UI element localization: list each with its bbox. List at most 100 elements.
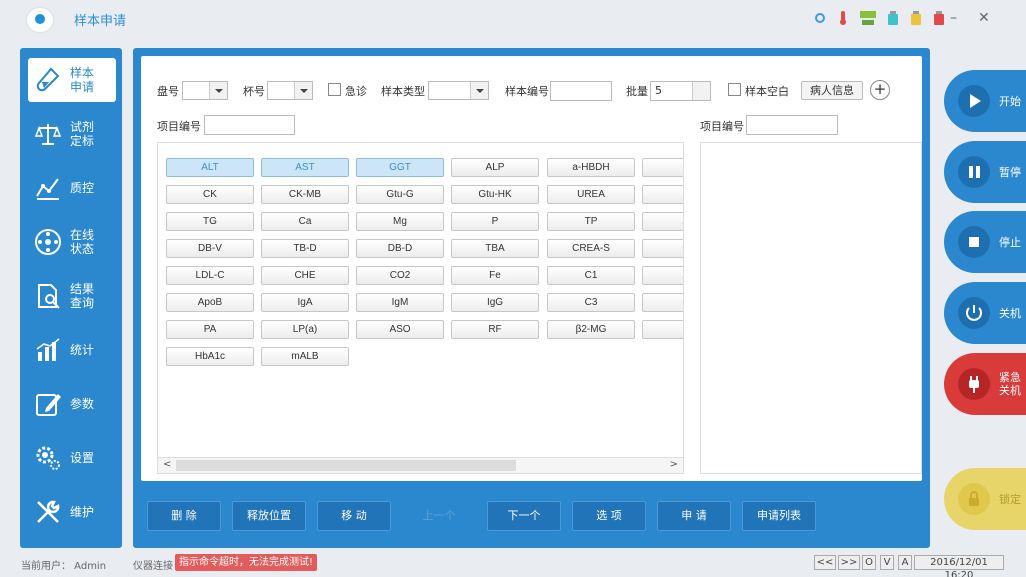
test-item-button[interactable]: mALB <box>261 347 349 366</box>
sample-no-input[interactable] <box>550 81 612 101</box>
test-item-button[interactable]: ALT <box>166 158 254 177</box>
request-list-button[interactable]: 申请列表 <box>742 501 816 531</box>
test-item-button[interactable]: DB-V <box>166 239 254 258</box>
options-button[interactable]: 选 项 <box>572 501 646 531</box>
test-item-button[interactable]: A <box>642 266 683 285</box>
sample-type-select[interactable] <box>428 81 489 100</box>
o-button[interactable]: O <box>862 555 876 570</box>
balance-icon <box>34 124 62 145</box>
test-item-button[interactable]: CK <box>166 185 254 204</box>
test-item-button[interactable]: C1 <box>547 266 635 285</box>
test-item-button[interactable]: GGT <box>356 158 444 177</box>
test-item-button[interactable]: IgA <box>261 293 349 312</box>
sidebar-item-maintenance[interactable]: 维护 <box>28 490 116 534</box>
test-item-button[interactable]: U <box>642 185 683 204</box>
waste-bottle-icon <box>911 11 921 25</box>
sidebar-item-quality-control[interactable]: 质控 <box>28 166 116 210</box>
pause-icon <box>958 156 990 188</box>
sidebar-item-settings[interactable]: 设置 <box>28 436 116 480</box>
emergency-shutdown-button[interactable]: 紧急 关机 <box>944 353 1026 415</box>
test-item-button[interactable]: DB-D <box>356 239 444 258</box>
apply-button[interactable]: 申 请 <box>657 501 731 531</box>
nav-prev-button[interactable]: << <box>814 555 836 570</box>
pause-button[interactable]: 暂停 <box>944 141 1026 203</box>
test-item-button[interactable]: AST <box>261 158 349 177</box>
test-item-button[interactable]: Gtu-G <box>356 185 444 204</box>
lock-button[interactable]: 锁定 <box>944 468 1026 530</box>
test-item-button[interactable]: P <box>451 212 539 231</box>
reagent-bottle-icon <box>888 11 898 25</box>
item-no-input[interactable] <box>204 115 295 135</box>
test-item-button[interactable]: A <box>642 212 683 231</box>
test-item-button[interactable]: Mg <box>356 212 444 231</box>
cup-select[interactable] <box>267 81 313 100</box>
next-button[interactable]: 下一个 <box>487 501 561 531</box>
test-item-button[interactable]: Gtu-HK <box>451 185 539 204</box>
patient-info-button[interactable]: 病人信息 <box>801 81 863 100</box>
test-item-button[interactable]: TG <box>166 212 254 231</box>
test-item-button[interactable]: CK-MB <box>261 185 349 204</box>
scroll-right-icon[interactable]: > <box>670 459 678 470</box>
test-item-button[interactable]: TBA <box>451 239 539 258</box>
release-position-button[interactable]: 释放位置 <box>232 501 306 531</box>
stop-label: 停止 <box>999 235 1021 249</box>
test-tube-icon <box>36 67 60 92</box>
test-item-button[interactable]: CHE <box>261 266 349 285</box>
test-item-button[interactable]: TP <box>547 212 635 231</box>
test-item-button[interactable]: L <box>642 158 683 177</box>
test-item-button[interactable]: a-HBDH <box>547 158 635 177</box>
test-item-button[interactable]: TB-D <box>261 239 349 258</box>
start-label: 开始 <box>999 94 1021 108</box>
a-button[interactable]: A <box>898 555 912 570</box>
rotor-icon <box>35 229 61 255</box>
tray-select[interactable] <box>182 81 228 100</box>
test-item-button[interactable]: C <box>642 293 683 312</box>
test-item-button[interactable]: ASO <box>356 320 444 339</box>
test-item-button[interactable]: C3 <box>547 293 635 312</box>
item-no-right-input[interactable] <box>746 115 838 135</box>
sidebar-item-reagent-calibration[interactable]: 试剂 定标 <box>28 112 116 156</box>
test-item-button[interactable]: HbA1c <box>166 347 254 366</box>
test-item-button[interactable]: RF <box>451 320 539 339</box>
minimize-button[interactable]: – <box>950 10 957 26</box>
test-item-button[interactable]: C <box>642 239 683 258</box>
horizontal-scrollbar[interactable]: < > <box>158 457 683 473</box>
delete-button[interactable]: 删 除 <box>147 501 221 531</box>
wrench-icon <box>37 500 60 523</box>
test-item-button[interactable]: CREA-S <box>547 239 635 258</box>
test-item-button[interactable]: ALP <box>451 158 539 177</box>
batch-stepper[interactable]: 5 <box>650 81 711 101</box>
test-item-button[interactable]: PA <box>166 320 254 339</box>
batch-spin-button[interactable] <box>692 82 710 100</box>
test-item-button[interactable]: UREA <box>547 185 635 204</box>
sidebar-item-statistics[interactable]: 统计 <box>28 328 116 372</box>
emergency-checkbox[interactable] <box>328 83 341 96</box>
test-item-button[interactable]: T <box>642 320 683 339</box>
previous-button[interactable]: 上一个 <box>402 501 476 531</box>
sidebar-item-parameters[interactable]: 参数 <box>28 382 116 426</box>
test-item-button[interactable]: Ca <box>261 212 349 231</box>
stop-button[interactable]: 停止 <box>944 211 1026 273</box>
add-button[interactable]: + <box>870 80 890 100</box>
scroll-thumb[interactable] <box>176 460 516 471</box>
test-item-button[interactable]: IgG <box>451 293 539 312</box>
sample-blank-checkbox[interactable] <box>728 83 741 96</box>
move-button[interactable]: 移 动 <box>317 501 391 531</box>
nav-next-button[interactable]: >> <box>838 555 860 570</box>
start-button[interactable]: 开始 <box>944 70 1026 132</box>
test-item-button[interactable]: ApoB <box>166 293 254 312</box>
close-button[interactable]: ✕ <box>978 10 990 26</box>
test-item-button[interactable]: β2-MG <box>547 320 635 339</box>
test-item-button[interactable]: LDL-C <box>166 266 254 285</box>
v-button[interactable]: V <box>880 555 894 570</box>
shutdown-button[interactable]: 关机 <box>944 282 1026 344</box>
test-item-button[interactable]: CO2 <box>356 266 444 285</box>
sidebar-item-result-query[interactable]: 结果 查询 <box>28 274 116 318</box>
scroll-left-icon[interactable]: < <box>163 459 171 470</box>
power-icon <box>958 297 990 329</box>
sidebar-item-sample-request[interactable]: 样本 申请 <box>28 58 116 102</box>
sidebar-item-online-status[interactable]: 在线 状态 <box>28 220 116 264</box>
test-item-button[interactable]: IgM <box>356 293 444 312</box>
test-item-button[interactable]: LP(a) <box>261 320 349 339</box>
test-item-button[interactable]: Fe <box>451 266 539 285</box>
